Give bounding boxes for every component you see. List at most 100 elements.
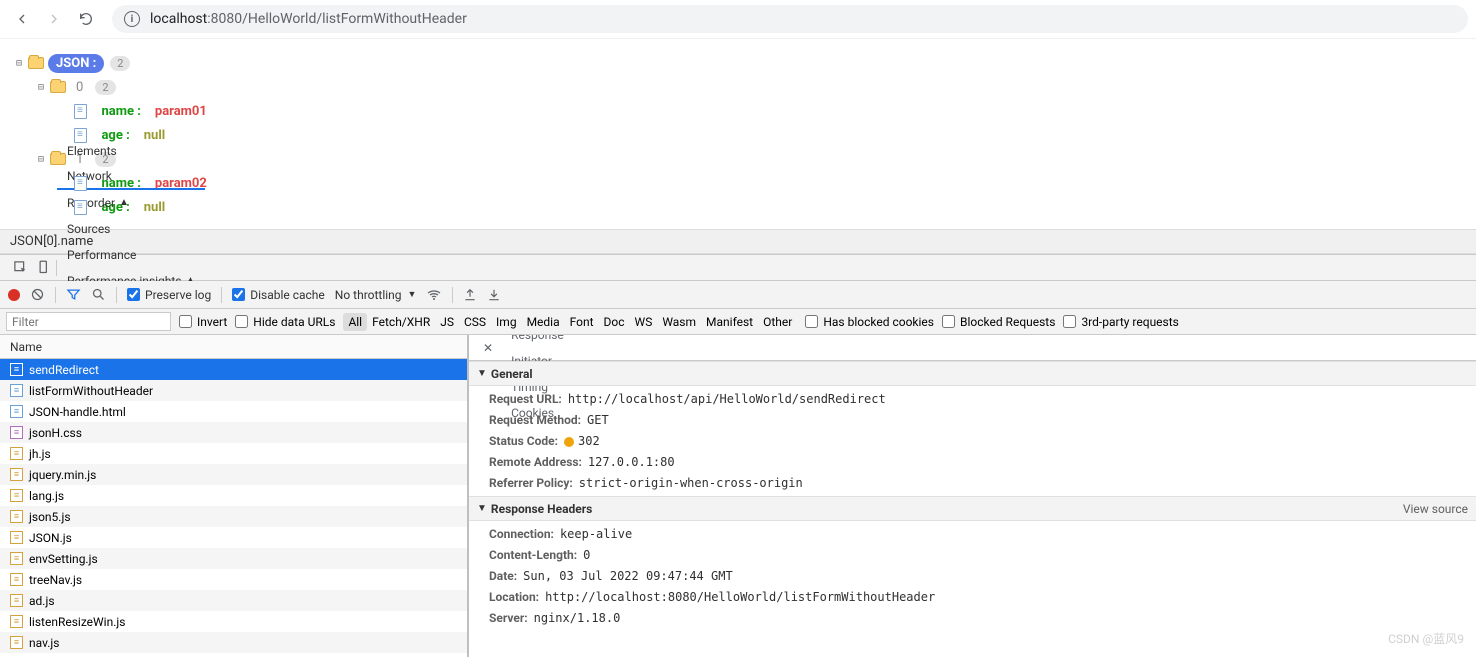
json-badge: JSON : [48,54,104,73]
filter-bar: Invert Hide data URLs AllFetch/XHRJSCSSI… [0,309,1476,335]
invert-checkbox[interactable]: Invert [179,315,227,329]
reload-button[interactable] [72,5,100,33]
close-icon[interactable]: ✕ [475,341,501,355]
folder-icon [50,81,66,93]
type-pill[interactable]: JS [435,313,459,331]
record-button[interactable] [8,289,20,301]
header-row: Request Method:GET [489,413,1456,427]
tree-leaf[interactable]: name :param01 [14,99,1462,123]
file-icon: ≡ [10,405,23,418]
clear-icon[interactable] [30,287,45,302]
tab-sources[interactable]: Sources [57,216,205,242]
file-icon: ≡ [10,363,23,376]
tree-item[interactable]: ⊟02 [14,75,1462,99]
tree-leaf[interactable]: name :param02 [14,171,1462,195]
type-pill[interactable]: All [343,313,367,331]
search-icon[interactable] [91,287,106,302]
blocked-requests-checkbox[interactable]: Blocked Requests [942,315,1055,329]
folder-icon [50,153,66,165]
network-request-row[interactable]: ≡listenResizeWin.js [0,611,467,632]
collapse-icon[interactable]: ⊟ [14,58,24,69]
tab-performance[interactable]: Performance [57,242,205,268]
count-badge: 2 [110,56,130,71]
network-request-row[interactable]: ≡jsonH.css [0,422,467,443]
header-row: Referrer Policy:strict-origin-when-cross… [489,476,1456,490]
type-pill[interactable]: Media [522,313,565,331]
network-request-row[interactable]: ≡nav.js [0,632,467,653]
type-pill[interactable]: Doc [599,313,630,331]
preserve-log-checkbox[interactable]: Preserve log [127,288,211,302]
detail-tab-response[interactable]: Response [501,335,574,348]
header-row: Location:http://localhost:8080/HelloWorl… [489,590,1456,604]
url-text: localhost:8080/HelloWorld/listFormWithou… [150,11,467,27]
type-pill[interactable]: Img [491,313,522,331]
header-row: Status Code:302 [489,434,1456,448]
header-row: Connection:keep-alive [489,527,1456,541]
download-icon[interactable] [487,288,501,302]
inspect-icon[interactable] [8,260,32,275]
network-request-row[interactable]: ≡sendRedirect [0,359,467,380]
network-request-row[interactable]: ≡jh.js [0,443,467,464]
page-icon [74,104,87,119]
filter-input[interactable] [6,312,171,331]
address-bar[interactable]: i localhost:8080/HelloWorld/listFormWith… [112,5,1468,33]
page-icon [74,128,87,143]
browser-toolbar: i localhost:8080/HelloWorld/listFormWith… [0,0,1476,39]
tree-root[interactable]: ⊟ JSON : 2 [14,51,1462,75]
column-header[interactable]: Name [0,335,467,359]
header-row: Server:nginx/1.18.0 [489,611,1456,625]
device-icon[interactable] [32,260,56,275]
devtools: ElementsNetworkRecorder ▲SourcesPerforma… [0,254,1476,657]
view-source-link[interactable]: View source [1403,502,1468,516]
header-row: Content-Length:0 [489,548,1456,562]
header-row: Remote Address:127.0.0.1:80 [489,455,1456,469]
network-request-row[interactable]: ≡JSON-handle.html [0,401,467,422]
type-pill[interactable]: Other [758,313,797,331]
back-button[interactable] [8,5,36,33]
network-request-row[interactable]: ≡envSetting.js [0,548,467,569]
network-request-row[interactable]: ≡json5.js [0,506,467,527]
general-header[interactable]: ▼General [469,361,1476,386]
filter-icon[interactable] [66,287,81,302]
network-request-row[interactable]: ≡listFormWithoutHeader [0,380,467,401]
page-icon [74,200,87,215]
page-icon [74,176,87,191]
network-toolbar: Preserve log Disable cache No throttling… [0,281,1476,309]
hide-urls-checkbox[interactable]: Hide data URLs [235,315,335,329]
type-pill[interactable]: Fetch/XHR [367,313,435,331]
type-pill[interactable]: Font [565,313,599,331]
throttling-select[interactable]: No throttling ▼ [335,288,417,302]
upload-icon[interactable] [463,288,477,302]
network-request-row[interactable]: ≡lang.js [0,485,467,506]
file-icon: ≡ [10,426,23,439]
request-detail-panel: ✕ HeadersPreviewResponseInitiatorTimingC… [469,335,1476,657]
tree-item[interactable]: ⊟12 [14,147,1462,171]
network-request-row[interactable]: ≡treeNav.js [0,569,467,590]
third-party-checkbox[interactable]: 3rd-party requests [1063,315,1178,329]
tree-leaf[interactable]: age :null [14,195,1462,219]
type-pill[interactable]: Manifest [701,313,758,331]
wifi-icon[interactable] [426,287,442,303]
network-request-row[interactable]: ≡jquery.min.js [0,464,467,485]
file-icon: ≡ [10,636,23,649]
header-row: Date:Sun, 03 Jul 2022 09:47:44 GMT [489,569,1456,583]
tree-leaf[interactable]: age :null [14,123,1462,147]
file-icon: ≡ [10,510,23,523]
file-icon: ≡ [10,594,23,607]
forward-button[interactable] [40,5,68,33]
response-headers-header[interactable]: ▼Response HeadersView source [469,496,1476,521]
detail-tabbar: ✕ HeadersPreviewResponseInitiatorTimingC… [469,335,1476,361]
network-request-row[interactable]: ≡ad.js [0,590,467,611]
page-content: ⊟ JSON : 2 ⊟02 name :param01 age :null⊟1… [0,39,1476,229]
watermark: CSDN @蓝风9 [1388,630,1464,647]
blocked-cookies-checkbox[interactable]: Has blocked cookies [805,315,934,329]
file-icon: ≡ [10,384,23,397]
disable-cache-checkbox[interactable]: Disable cache [232,288,325,302]
file-icon: ≡ [10,489,23,502]
file-icon: ≡ [10,615,23,628]
type-pill[interactable]: Wasm [657,313,701,331]
type-pill[interactable]: WS [630,313,658,331]
type-pill[interactable]: CSS [459,313,491,331]
network-request-row[interactable]: ≡JSON.js [0,527,467,548]
folder-icon [28,57,44,69]
